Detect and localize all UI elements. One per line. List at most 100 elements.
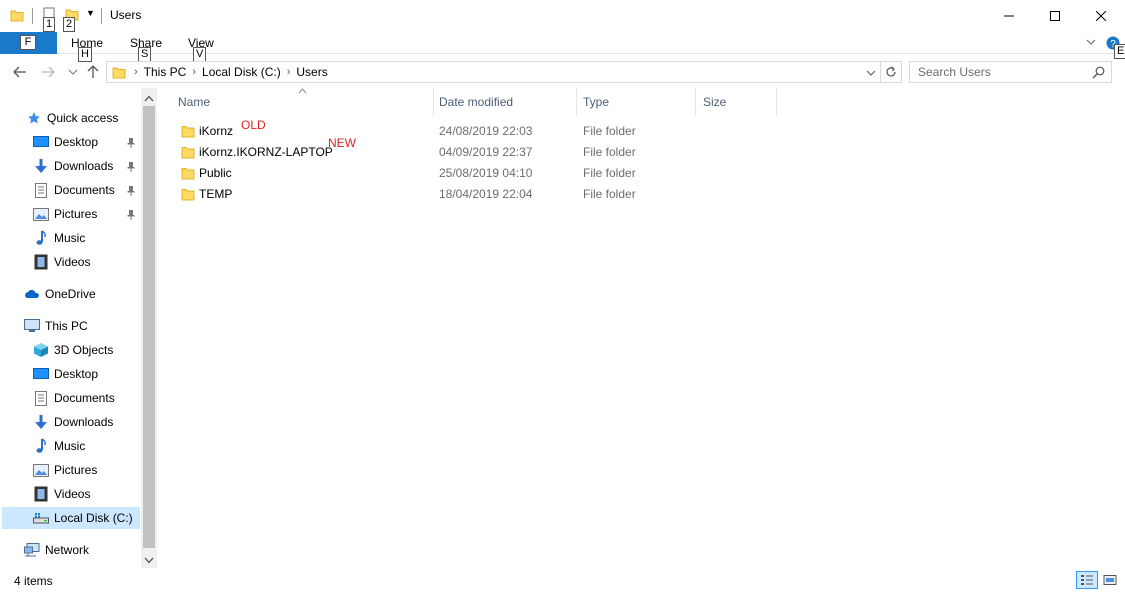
nav-label: Pictures (54, 463, 98, 477)
details-view-button[interactable] (1076, 571, 1098, 589)
arrow-up-icon (87, 65, 99, 78)
details-view-icon (1081, 575, 1093, 585)
column-header-name[interactable]: Name (170, 88, 434, 116)
pin-icon[interactable] (126, 209, 136, 221)
breadcrumb-users[interactable]: Users (296, 65, 327, 79)
star-icon (26, 110, 42, 126)
desktop-icon (33, 134, 49, 150)
back-button[interactable] (10, 62, 30, 82)
nav-label: Documents (54, 183, 115, 197)
nav-label: Music (54, 439, 86, 453)
breadcrumb-this-pc[interactable]: This PC (144, 65, 187, 79)
row-date: 18/04/2019 22:04 (439, 187, 533, 201)
nav-label: Network (45, 543, 90, 557)
column-header-date-modified[interactable]: Date modified (431, 88, 577, 116)
nav-qa-videos[interactable]: Videos (33, 251, 90, 273)
nav-label: OneDrive (45, 287, 96, 301)
pin-icon[interactable] (126, 161, 136, 173)
videos-icon (33, 486, 49, 502)
expand-ribbon-icon[interactable] (1086, 38, 1096, 46)
search-input[interactable] (910, 65, 1085, 79)
folder-icon (181, 147, 195, 159)
customize-toolbar-dropdown-icon[interactable]: ▼ (86, 8, 95, 18)
breadcrumb-local-disk[interactable]: Local Disk (C:) (202, 65, 281, 79)
nav-pc-videos[interactable]: Videos (33, 483, 90, 505)
minimize-button[interactable] (986, 0, 1032, 32)
nav-qa-pictures[interactable]: Pictures (33, 203, 97, 225)
minimize-icon (1004, 15, 1014, 17)
search-icon[interactable] (1092, 66, 1105, 79)
nav-pc-3d-objects[interactable]: 3D Objects (33, 339, 113, 361)
nav-qa-music[interactable]: Music (33, 227, 85, 249)
computer-icon (24, 318, 40, 334)
arrow-left-icon (13, 66, 26, 78)
recent-locations-button[interactable] (63, 62, 83, 82)
nav-label: 3D Objects (54, 343, 114, 357)
nav-this-pc[interactable]: This PC (24, 315, 88, 337)
pin-icon[interactable] (126, 185, 136, 197)
status-bar: 4 items (0, 568, 1125, 593)
music-icon (33, 230, 49, 246)
nav-label: Desktop (54, 367, 99, 381)
breadcrumb-chevron-icon[interactable]: › (287, 66, 291, 78)
column-header-size[interactable]: Size (695, 88, 777, 116)
keytip-file: F (20, 35, 36, 50)
nav-pc-music[interactable]: Music (33, 435, 85, 457)
keytip-1: 1 (43, 17, 56, 32)
navigation-bar: › This PC › Local Disk (C:) › Users (0, 58, 1125, 86)
breadcrumb-chevron-icon[interactable]: › (192, 66, 196, 78)
row-name: iKornz.IKORNZ-LAPTOP (199, 145, 333, 159)
table-row[interactable]: iKornz.IKORNZ-LAPTOP 04/09/2019 22:37 Fi… (170, 142, 780, 163)
nav-network[interactable]: Network (24, 539, 89, 561)
nav-onedrive[interactable]: OneDrive (24, 283, 96, 305)
row-name: TEMP (199, 187, 233, 201)
maximize-button[interactable] (1032, 0, 1078, 32)
arrow-right-icon (42, 66, 55, 78)
drive-icon (33, 510, 49, 526)
nav-pc-desktop[interactable]: Desktop (33, 363, 98, 385)
table-row[interactable]: TEMP 18/04/2019 22:04 File folder (170, 184, 780, 205)
column-header-type[interactable]: Type (575, 88, 696, 116)
nav-label: Local Disk (C:) (54, 511, 133, 525)
breadcrumb-chevron-icon[interactable]: › (134, 66, 138, 78)
downloads-icon (33, 158, 49, 174)
pin-icon[interactable] (126, 137, 136, 149)
close-button[interactable] (1078, 0, 1124, 32)
address-history-dropdown-icon[interactable] (866, 69, 876, 77)
nav-quick-access[interactable]: Quick access (26, 107, 118, 129)
refresh-button[interactable] (880, 61, 902, 83)
window-title: Users (110, 8, 142, 22)
nav-qa-downloads[interactable]: Downloads (33, 155, 113, 177)
search-box[interactable] (909, 61, 1112, 83)
scroll-down-icon[interactable] (141, 552, 157, 568)
folder-icon (181, 168, 195, 180)
row-type: File folder (583, 187, 636, 201)
annotation-new: NEW (328, 136, 356, 150)
table-row[interactable]: Public 25/08/2019 04:10 File folder (170, 163, 780, 184)
up-button[interactable] (83, 62, 103, 82)
toolbar-separator (101, 8, 102, 24)
address-bar[interactable]: › This PC › Local Disk (C:) › Users (106, 61, 881, 83)
scroll-up-icon[interactable] (141, 90, 157, 106)
nav-pc-pictures[interactable]: Pictures (33, 459, 97, 481)
nav-qa-documents[interactable]: Documents (33, 179, 115, 201)
row-date: 24/08/2019 22:03 (439, 124, 533, 138)
nav-pane-scrollbar[interactable] (141, 88, 157, 568)
folder-icon (10, 10, 24, 22)
large-icons-view-button[interactable] (1099, 571, 1121, 589)
forward-button[interactable] (38, 62, 58, 82)
tab-file[interactable]: F (0, 32, 57, 54)
refresh-icon (885, 66, 896, 77)
scrollbar-thumb[interactable] (143, 106, 155, 548)
pictures-icon (33, 462, 49, 478)
annotation-old: OLD (241, 118, 266, 132)
nav-qa-desktop[interactable]: Desktop (33, 131, 98, 153)
nav-pc-local-disk[interactable]: Local Disk (C:) (2, 507, 140, 529)
music-icon (33, 438, 49, 454)
nav-label: Documents (54, 391, 115, 405)
nav-pc-documents[interactable]: Documents (33, 387, 115, 409)
nav-label: Quick access (47, 111, 119, 125)
nav-pc-downloads[interactable]: Downloads (33, 411, 113, 433)
keytip-help: E (1114, 44, 1125, 59)
large-icons-view-icon (1103, 575, 1117, 585)
